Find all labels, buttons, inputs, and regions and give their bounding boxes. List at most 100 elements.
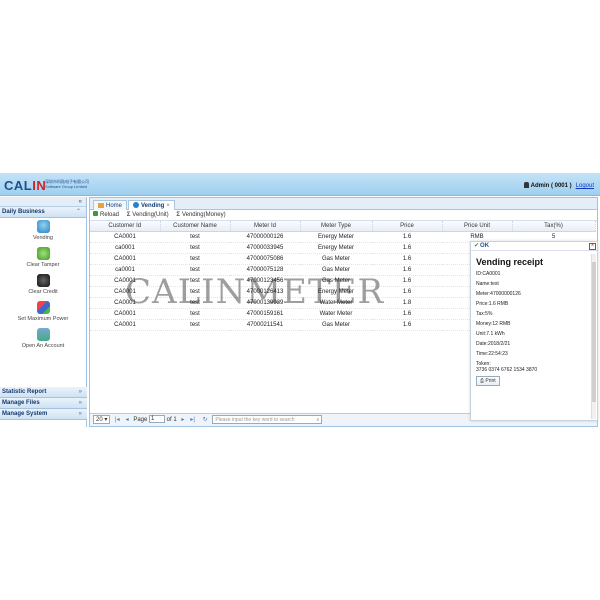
col-meter-id[interactable]: Meter Id bbox=[230, 221, 301, 232]
table-cell: 47000000126 bbox=[230, 231, 300, 243]
col-customer-name[interactable]: Customer Name bbox=[160, 221, 231, 232]
print-button[interactable]: ⎙ Print bbox=[476, 376, 500, 386]
manage-system-label: Manage System bbox=[2, 411, 48, 417]
receipt-ok-button[interactable]: ✔OK bbox=[471, 242, 597, 251]
receipt-line: Time:22:54:23 bbox=[476, 351, 508, 357]
receipt-scrollbar[interactable] bbox=[591, 254, 596, 419]
reload-button[interactable]: Reload bbox=[93, 211, 120, 218]
clear-tamper-label: Clear Tamper bbox=[26, 262, 60, 268]
calin-logo: CALIN bbox=[4, 178, 46, 193]
open-account-tool[interactable]: Open An Account bbox=[0, 326, 86, 353]
table-cell: 47000075086 bbox=[230, 253, 300, 265]
search-icon[interactable]: ⌕ bbox=[317, 416, 320, 424]
logout-link[interactable]: Logout bbox=[576, 183, 594, 189]
chevron-down-icon: » bbox=[78, 389, 82, 395]
page-size-select[interactable]: 20 ▾ bbox=[93, 414, 111, 424]
manage-files-header[interactable]: Manage Files » bbox=[0, 398, 87, 409]
col-customer-id[interactable]: Customer Id bbox=[90, 221, 161, 232]
print-label: Print bbox=[485, 378, 496, 384]
top-header: CALIN 深圳市科陆电子有限公司 Software Group Limited… bbox=[0, 173, 600, 196]
receipt-title: Vending receipt bbox=[476, 257, 544, 267]
page-number-input[interactable]: 1 bbox=[149, 415, 165, 424]
clear-tamper-tool[interactable]: Clear Tamper bbox=[0, 245, 86, 272]
set-max-power-label: Set Maximum Power bbox=[17, 316, 69, 322]
vending-tool[interactable]: Vending bbox=[0, 218, 86, 245]
nav-sections: Statistic Report » Manage Files » Manage… bbox=[0, 387, 87, 420]
col-price-unit[interactable]: Price Unit bbox=[442, 221, 513, 232]
col-meter-type[interactable]: Meter Type bbox=[300, 221, 373, 232]
table-cell: 47000211541 bbox=[230, 319, 300, 331]
watermark: CALINMETER bbox=[125, 272, 385, 312]
search-input[interactable]: Please input the key word to search ⌕ bbox=[212, 414, 323, 424]
col-tax[interactable]: Tax(%) bbox=[512, 221, 596, 232]
receipt-lines: ID:CA0001 Name:test Meter:47000000126 Price… bbox=[471, 269, 597, 359]
col-price[interactable]: Price bbox=[372, 221, 443, 232]
check-icon: ✔ bbox=[474, 243, 480, 249]
table-cell: Energy Meter bbox=[300, 242, 372, 254]
tab-bar: Home Vending × bbox=[90, 198, 597, 210]
reload-label: Reload bbox=[100, 212, 120, 218]
statistic-report-header[interactable]: Statistic Report » bbox=[0, 387, 87, 398]
set-max-power-tool[interactable]: Set Maximum Power bbox=[0, 299, 86, 326]
table-header-row: Customer Id Customer Name Meter Id Meter… bbox=[90, 221, 596, 232]
user-icon bbox=[523, 182, 529, 188]
vending-tool-label: Vending bbox=[33, 235, 53, 241]
vending-money-label: Vending(Money) bbox=[181, 212, 226, 218]
open-account-icon bbox=[36, 328, 50, 341]
prev-page-button[interactable]: ◂ bbox=[126, 417, 129, 423]
home-icon bbox=[98, 202, 104, 208]
vending-unit-button[interactable]: Σ Vending(Unit) bbox=[127, 212, 169, 218]
first-page-button[interactable]: |◂ bbox=[115, 417, 120, 423]
table-cell: CA0001 bbox=[90, 319, 160, 331]
tab-vending-label: Vending bbox=[141, 203, 165, 209]
manage-files-label: Manage Files bbox=[2, 400, 40, 406]
clear-credit-tool[interactable]: Clear Credit bbox=[0, 272, 86, 299]
open-account-label: Open An Account bbox=[21, 343, 65, 349]
clear-credit-label: Clear Credit bbox=[28, 289, 58, 295]
set-max-power-icon bbox=[36, 301, 50, 314]
clear-tamper-icon bbox=[36, 247, 50, 260]
collapse-nav-button[interactable]: « bbox=[0, 197, 86, 207]
table-cell: 47000033945 bbox=[230, 242, 300, 254]
vending-unit-label: Vending(Unit) bbox=[132, 212, 169, 218]
tab-vending[interactable]: Vending × bbox=[128, 200, 175, 210]
grid-toolbar: Reload Σ Vending(Unit) Σ Vending(Money) bbox=[90, 210, 597, 221]
next-page-button[interactable]: ▸ bbox=[181, 417, 184, 423]
close-icon[interactable]: × bbox=[166, 203, 170, 209]
table-cell: test bbox=[160, 253, 230, 265]
close-icon[interactable]: × bbox=[589, 243, 596, 250]
user-info: Admin ( 0001 ) Logout bbox=[523, 182, 594, 189]
manage-system-header[interactable]: Manage System » bbox=[0, 409, 87, 420]
table-cell: CA0001 bbox=[90, 253, 160, 265]
table-cell: 1.6 bbox=[372, 253, 442, 265]
table-cell: test bbox=[160, 231, 230, 243]
tab-home[interactable]: Home bbox=[93, 200, 128, 210]
vending-icon bbox=[36, 220, 50, 233]
logo-subtitle: 深圳市科陆电子有限公司 Software Group Limited bbox=[45, 179, 89, 189]
page-label: Page bbox=[133, 417, 148, 423]
table-cell: 1.6 bbox=[372, 231, 442, 243]
table-cell: test bbox=[160, 242, 230, 254]
refresh-icon[interactable]: ↻ bbox=[203, 417, 208, 423]
table-cell: CA0001 bbox=[90, 231, 160, 243]
daily-business-header[interactable]: Daily Business ⌃ bbox=[0, 207, 86, 218]
last-page-button[interactable]: ▸| bbox=[190, 417, 195, 423]
chevron-down-icon: » bbox=[78, 400, 82, 406]
scrollbar-thumb[interactable] bbox=[592, 262, 596, 402]
vending-money-button[interactable]: Σ Vending(Money) bbox=[176, 212, 225, 218]
receipt-line: Date:2018/2/21 bbox=[476, 341, 511, 347]
table-cell: ca0001 bbox=[90, 242, 160, 254]
vending-icon bbox=[133, 202, 140, 208]
page-size-value: 20 bbox=[96, 416, 103, 423]
receipt-line: Unit:7.1 kWh bbox=[476, 331, 505, 337]
table-cell: test bbox=[160, 319, 230, 331]
table-cell: 1.6 bbox=[372, 242, 442, 254]
table-cell: Energy Meter bbox=[300, 231, 372, 243]
chevron-down-icon: » bbox=[78, 411, 82, 417]
receipt-line: Name:test bbox=[476, 281, 499, 287]
reload-icon bbox=[93, 211, 98, 216]
receipt-line: Price:1.6 RMB bbox=[476, 301, 509, 307]
receipt-token: Token: 3736 0374 6762 1534 3870 bbox=[471, 359, 597, 373]
clear-credit-icon bbox=[36, 274, 50, 287]
sigma-icon: Σ bbox=[176, 212, 180, 218]
